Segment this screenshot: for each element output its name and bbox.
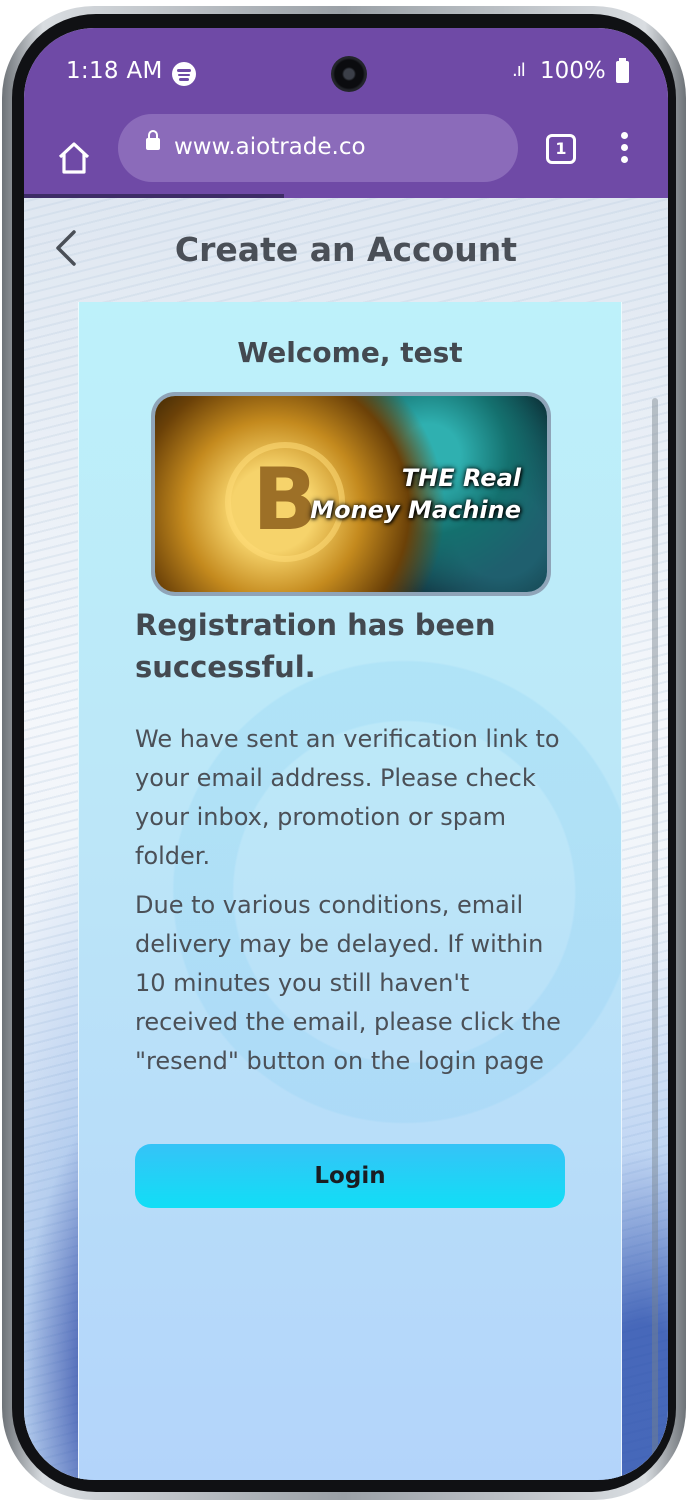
status-time: 1:18 AM: [66, 58, 163, 84]
delay-message: Due to various conditions, email deliver…: [135, 891, 561, 1075]
verification-message: We have sent an verification link to you…: [135, 725, 560, 870]
spotify-icon: [172, 62, 196, 86]
scrollbar[interactable]: [652, 398, 658, 1458]
home-icon: [58, 142, 90, 174]
status-bar: 1:18 AM .ıl 100%: [24, 28, 668, 114]
address-bar[interactable]: www.aiotrade.co: [118, 114, 518, 182]
page-header: Create an Account: [24, 198, 668, 302]
banner-line-1: THE Real: [401, 464, 521, 492]
banner-text: THE Real Money Machine: [310, 462, 521, 526]
welcome-heading: Welcome, test: [237, 336, 463, 369]
promo-banner: B THE Real Money Machine: [155, 396, 547, 592]
banner-line-2: Money Machine: [310, 496, 521, 524]
tabs-button[interactable]: 1: [546, 134, 576, 164]
page-title: Create an Account: [174, 230, 518, 269]
success-heading: Registration has been successful.: [135, 608, 496, 684]
screen: 1:18 AM .ıl 100% www.aiotrade.co 1 Creat…: [24, 28, 668, 1480]
battery-percent: 100%: [540, 58, 606, 84]
browser-chrome: 1:18 AM .ıl 100% www.aiotrade.co 1: [24, 28, 668, 198]
signal-icon: .ıl: [512, 60, 526, 81]
lock-icon: [146, 130, 160, 150]
login-button[interactable]: Login: [135, 1144, 565, 1208]
camera-cutout: [331, 56, 367, 92]
url-text: www.aiotrade.co: [174, 134, 366, 160]
home-button[interactable]: [56, 140, 92, 176]
registration-card: Welcome, test B THE Real Money Machine R…: [78, 302, 622, 1480]
battery-icon: [616, 58, 629, 83]
more-vert-icon[interactable]: [616, 132, 632, 168]
page-content: Create an Account Welcome, test B THE Re…: [24, 198, 668, 1480]
